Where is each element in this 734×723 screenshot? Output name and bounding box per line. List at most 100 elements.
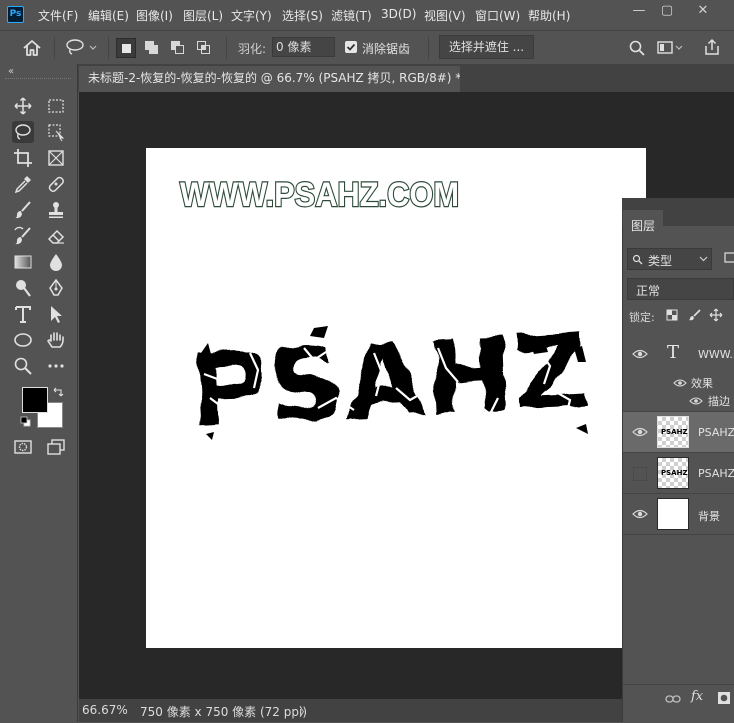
search-icon bbox=[632, 254, 643, 265]
document-canvas[interactable]: WWW.PSAHZ.COM PSAHZ bbox=[146, 148, 646, 648]
document-size: 750 像素 x 750 像素 (72 ppi) bbox=[140, 705, 307, 719]
foreground-color-swatch[interactable] bbox=[22, 387, 48, 413]
eye-icon[interactable] bbox=[673, 378, 687, 388]
blur-tool-icon[interactable] bbox=[45, 251, 67, 273]
menu-view[interactable]: 视图(V) bbox=[424, 7, 466, 24]
menu-filter[interactable]: 滤镜(T) bbox=[331, 7, 372, 24]
layer-thumbnail bbox=[657, 498, 689, 530]
pen-tool-icon[interactable] bbox=[45, 277, 67, 299]
new-selection-button[interactable] bbox=[116, 38, 136, 58]
lasso-preset-icon[interactable] bbox=[64, 38, 100, 58]
gradient-tool-icon[interactable] bbox=[12, 251, 34, 273]
minimize-button[interactable]: — bbox=[628, 2, 650, 22]
subtract-selection-button[interactable] bbox=[168, 38, 188, 58]
lock-position-icon[interactable] bbox=[709, 308, 723, 322]
stroke-effect-row[interactable]: 描边 bbox=[623, 392, 734, 412]
more-tools-icon[interactable] bbox=[45, 355, 67, 377]
antialias-checkbox[interactable] bbox=[345, 41, 357, 53]
layer-thumbnail: PSAHZ bbox=[657, 457, 689, 489]
ellipse-tool-icon[interactable] bbox=[12, 329, 34, 351]
clone-stamp-tool-icon[interactable] bbox=[45, 199, 67, 221]
feather-input[interactable]: 0 像素 bbox=[272, 37, 335, 57]
eraser-tool-icon[interactable] bbox=[45, 225, 67, 247]
healing-brush-tool-icon[interactable] bbox=[45, 173, 67, 195]
workspace-icon[interactable] bbox=[656, 39, 684, 57]
antialias-label: 消除锯齿 bbox=[362, 42, 411, 56]
select-and-mask-button[interactable]: 选择并遮住 ... bbox=[439, 35, 534, 59]
menu-file[interactable]: 文件(F) bbox=[38, 7, 78, 24]
layer-row-psahz-copy[interactable]: PSAHZ PSAHZ bbox=[623, 412, 734, 453]
hand-tool-icon[interactable] bbox=[45, 329, 67, 351]
thumbnail-text: PSAHZ bbox=[661, 469, 688, 477]
menu-select[interactable]: 选择(S) bbox=[282, 7, 323, 24]
swap-colors-icon[interactable] bbox=[52, 386, 64, 398]
add-mask-icon[interactable] bbox=[717, 691, 731, 705]
marquee-tool-icon[interactable] bbox=[45, 95, 67, 117]
zoom-level[interactable]: 66.67% bbox=[82, 703, 128, 717]
eye-icon[interactable] bbox=[632, 508, 648, 520]
lock-transparent-icon[interactable] bbox=[666, 309, 678, 321]
menu-edit[interactable]: 编辑(E) bbox=[88, 7, 129, 24]
lock-image-icon[interactable] bbox=[688, 308, 702, 322]
document-tab[interactable]: 未标题-2-恢复的-恢复的-恢复的 @ 66.7% (PSAHZ 拷贝, RGB… bbox=[79, 66, 460, 92]
photoshop-logo: Ps bbox=[7, 6, 24, 23]
layer-name: WWW.P bbox=[698, 348, 734, 361]
lock-label: 锁定: bbox=[629, 311, 655, 324]
menu-layer[interactable]: 图层(L) bbox=[183, 7, 223, 24]
layer-row-background[interactable]: 背景 bbox=[623, 494, 734, 535]
filter-pixel-icon[interactable] bbox=[724, 252, 734, 264]
zoom-tool-icon[interactable] bbox=[12, 355, 34, 377]
eye-icon[interactable] bbox=[632, 348, 648, 360]
close-button[interactable]: ✕ bbox=[692, 2, 714, 22]
path-selection-tool-icon[interactable] bbox=[45, 303, 67, 325]
layer-name: PSAHZ bbox=[698, 426, 734, 439]
menu-3d[interactable]: 3D(D) bbox=[381, 7, 416, 21]
layers-tab[interactable]: 图层 bbox=[623, 210, 663, 238]
quick-mask-icon[interactable] bbox=[12, 436, 34, 458]
home-icon[interactable] bbox=[22, 39, 42, 57]
text-layer-icon: T bbox=[667, 342, 680, 363]
menu-window[interactable]: 窗口(W) bbox=[475, 7, 520, 24]
collapse-icon[interactable]: « bbox=[8, 66, 14, 77]
crop-tool-icon[interactable] bbox=[12, 147, 34, 169]
document-tab-title: 未标题-2-恢复的-恢复的-恢复的 @ 66.7% (PSAHZ 拷贝, RGB… bbox=[88, 71, 460, 85]
menu-bar: Ps 文件(F) 编辑(E) 图像(I) 图层(L) 文字(Y) 选择(S) 滤… bbox=[0, 0, 734, 29]
eye-icon[interactable] bbox=[689, 396, 703, 406]
layer-effects-row[interactable]: 效果 bbox=[623, 374, 734, 392]
history-brush-tool-icon[interactable] bbox=[12, 225, 34, 247]
intersect-selection-button[interactable] bbox=[194, 38, 214, 58]
eye-icon[interactable] bbox=[632, 426, 648, 438]
filter-kind-label: 类型 bbox=[648, 254, 673, 268]
add-selection-button[interactable] bbox=[142, 38, 162, 58]
blend-mode-select[interactable]: 正常 bbox=[627, 278, 734, 300]
layer-row-text[interactable]: T WWW.P bbox=[623, 334, 734, 374]
move-tool-icon[interactable] bbox=[12, 95, 34, 117]
type-tool-icon[interactable] bbox=[12, 303, 34, 325]
status-menu-arrow[interactable]: 〉 bbox=[299, 703, 311, 720]
thumbnail-text: PSAHZ bbox=[661, 428, 688, 436]
share-icon[interactable] bbox=[703, 38, 721, 56]
object-selection-tool-icon[interactable] bbox=[45, 121, 67, 143]
link-layers-icon[interactable] bbox=[665, 693, 681, 705]
canvas-artwork: WWW.PSAHZ.COM PSAHZ bbox=[179, 175, 593, 452]
fx-icon[interactable]: fx bbox=[691, 689, 703, 704]
dodge-tool-icon[interactable] bbox=[12, 277, 34, 299]
main-cracked-text: PSAHZ bbox=[187, 312, 593, 452]
search-icon[interactable] bbox=[628, 39, 646, 57]
eyedropper-tool-icon[interactable] bbox=[12, 173, 34, 195]
watermark-text: WWW.PSAHZ.COM bbox=[180, 176, 459, 214]
layers-tab-label: 图层 bbox=[631, 219, 656, 233]
visibility-toggle-off[interactable] bbox=[633, 467, 647, 481]
default-colors-icon[interactable] bbox=[20, 416, 32, 428]
menu-type[interactable]: 文字(Y) bbox=[231, 7, 272, 24]
menu-image[interactable]: 图像(I) bbox=[136, 7, 173, 24]
brush-tool-icon[interactable] bbox=[12, 199, 34, 221]
screen-mode-icon[interactable] bbox=[45, 436, 67, 458]
frame-tool-icon[interactable] bbox=[45, 147, 67, 169]
restore-button[interactable]: ▢ bbox=[656, 2, 678, 22]
layer-row-psahz[interactable]: PSAHZ PSAHZ bbox=[623, 453, 734, 494]
layer-filter-select[interactable]: 类型 bbox=[627, 248, 712, 270]
menu-help[interactable]: 帮助(H) bbox=[528, 7, 570, 24]
lasso-tool-icon[interactable] bbox=[12, 121, 34, 143]
layer-name: PSAHZ bbox=[698, 467, 734, 480]
